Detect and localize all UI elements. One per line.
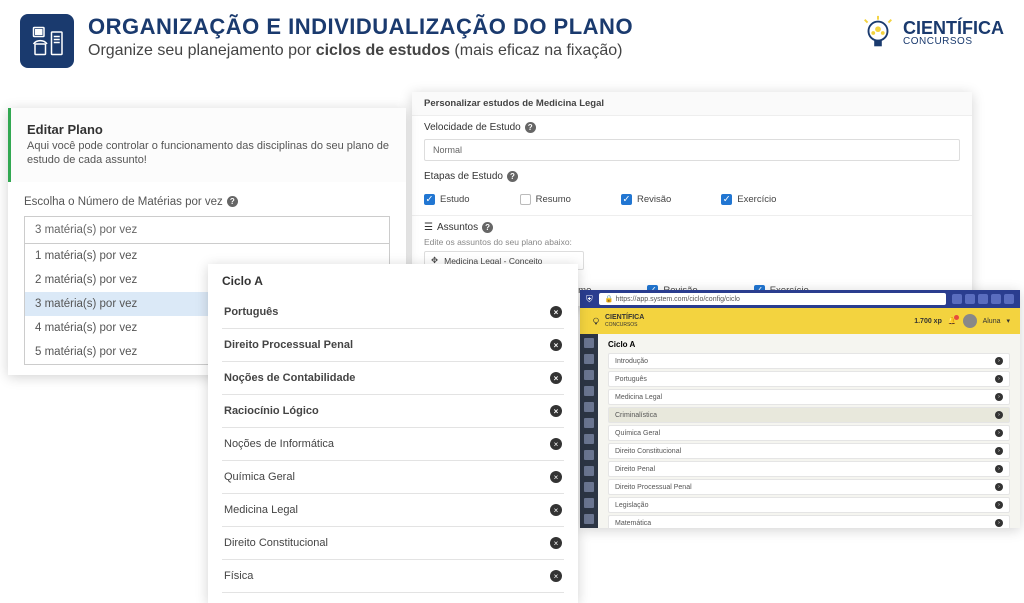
sidebar-item[interactable] <box>584 434 594 444</box>
ciclo-row[interactable]: Física× <box>222 560 564 593</box>
sidebar-item[interactable] <box>584 450 594 460</box>
ext-icon[interactable] <box>991 294 1001 304</box>
avatar[interactable] <box>963 314 977 328</box>
ciclo-title: Ciclo A <box>608 340 1010 349</box>
item-action-icon[interactable]: › <box>995 357 1003 365</box>
plan-icon <box>20 14 74 68</box>
sidebar-item[interactable] <box>584 370 594 380</box>
etapas-row: ✓Estudo Resumo ✓Revisão ✓Exercício <box>412 186 972 216</box>
item-action-icon[interactable]: › <box>995 429 1003 437</box>
sidebar-item[interactable] <box>584 418 594 428</box>
ciclo-row[interactable]: Química Geral× <box>222 461 564 494</box>
panel-browser: ⛨ 🔒 https://app.system.com/ciclo/config/… <box>580 290 1020 528</box>
ciclo-item[interactable]: Direito Processual Penal› <box>608 479 1010 495</box>
ciclo-item[interactable]: Química Geral› <box>608 425 1010 441</box>
sidebar-item[interactable] <box>584 482 594 492</box>
remove-icon[interactable]: × <box>550 306 562 318</box>
ciclo-item[interactable]: Medicina Legal› <box>608 389 1010 405</box>
ciclo-item[interactable]: Direito Penal› <box>608 461 1010 477</box>
sidebar-item[interactable] <box>584 338 594 348</box>
ciclo-row[interactable]: Raciocínio Lógico× <box>222 395 564 428</box>
item-action-icon[interactable]: › <box>995 465 1003 473</box>
ciclo-row[interactable]: Noções de Informática× <box>222 428 564 461</box>
browser-toolbar: ⛨ 🔒 https://app.system.com/ciclo/config/… <box>580 290 1020 308</box>
panel1-title: Editar Plano <box>27 122 390 137</box>
sidebar <box>580 334 598 528</box>
sidebar-item[interactable] <box>584 402 594 412</box>
app-logo[interactable]: CIENTÍFICACONCURSOS <box>590 314 644 328</box>
item-action-icon[interactable]: › <box>995 447 1003 455</box>
ciclo-row[interactable]: Direito Processual Penal× <box>222 329 564 362</box>
remove-icon[interactable]: × <box>550 570 562 582</box>
ciclo-row[interactable]: Direito Constitucional× <box>222 527 564 560</box>
sidebar-item[interactable] <box>584 354 594 364</box>
help-icon[interactable]: ? <box>507 171 518 182</box>
ciclo-row[interactable]: Português× <box>222 296 564 329</box>
item-action-icon[interactable]: › <box>995 375 1003 383</box>
panel1-desc: Aqui você pode controlar o funcionamento… <box>27 139 390 168</box>
ciclo-row[interactable]: Medicina Legal× <box>222 494 564 527</box>
checkbox-revisao[interactable]: ✓Revisão <box>621 194 671 205</box>
item-action-icon[interactable]: › <box>995 483 1003 491</box>
ciclo-item[interactable]: Direito Constitucional› <box>608 443 1010 459</box>
user-xp: 1.700 xp <box>914 318 942 325</box>
sidebar-item[interactable] <box>584 514 594 524</box>
ciclo-list: Introdução› Português› Medicina Legal› Crim… <box>608 353 1010 528</box>
user-name[interactable]: Aluna <box>983 318 1001 325</box>
item-action-icon[interactable]: › <box>995 519 1003 527</box>
ciclo-item[interactable]: Legislação› <box>608 497 1010 513</box>
sidebar-item[interactable] <box>584 466 594 476</box>
ciclo-item[interactable]: Criminalística› <box>608 407 1010 423</box>
item-action-icon[interactable]: › <box>995 501 1003 509</box>
ext-icon[interactable] <box>952 294 962 304</box>
sidebar-item[interactable] <box>584 498 594 508</box>
header-text: ORGANIZAÇÃO E INDIVIDUALIZAÇÃO DO PLANO … <box>88 14 845 60</box>
assuntos-hint: Edite os assuntos do seu plano abaixo: <box>424 237 960 247</box>
remove-icon[interactable]: × <box>550 504 562 516</box>
ciclo-a-title: Ciclo A <box>208 264 578 296</box>
brand-name: CIENTÍFICA <box>903 19 1004 37</box>
remove-icon[interactable]: × <box>550 405 562 417</box>
ext-icon[interactable] <box>965 294 975 304</box>
remove-icon[interactable]: × <box>550 339 562 351</box>
app-topbar: CIENTÍFICACONCURSOS 1.700 xp 🔔 Aluna ▾ <box>580 308 1020 334</box>
url-bar[interactable]: 🔒 https://app.system.com/ciclo/config/ci… <box>599 293 946 305</box>
brand-logo: CIENTÍFICA CONCURSOS <box>859 14 1004 52</box>
ciclo-row[interactable]: Noções de Contabilidade× <box>222 362 564 395</box>
page-subtitle: Organize seu planejamento por ciclos de … <box>88 42 845 60</box>
remove-icon[interactable]: × <box>550 537 562 549</box>
assuntos-label: ☰ Assuntos ? <box>424 222 960 233</box>
velocity-label: Velocidade de Estudo? <box>424 122 960 133</box>
panel3-title: Personalizar estudos de Medicina Legal <box>412 92 972 116</box>
ext-icon[interactable] <box>1004 294 1014 304</box>
help-icon[interactable]: ? <box>227 196 238 207</box>
remove-icon[interactable]: × <box>550 438 562 450</box>
materias-select[interactable]: 3 matéria(s) por vez <box>24 216 390 244</box>
velocity-value[interactable]: Normal <box>424 139 960 161</box>
remove-icon[interactable]: × <box>550 372 562 384</box>
bell-icon[interactable]: 🔔 <box>948 317 957 325</box>
etapas-label: Etapas de Estudo? <box>424 171 960 182</box>
materias-label: Escolha o Número de Matérias por vez? <box>8 182 406 212</box>
page-header: ORGANIZAÇÃO E INDIVIDUALIZAÇÃO DO PLANO … <box>0 0 1024 78</box>
ciclo-item[interactable]: Introdução› <box>608 353 1010 369</box>
checkbox-resumo[interactable]: Resumo <box>520 194 571 205</box>
help-icon[interactable]: ? <box>525 122 536 133</box>
item-action-icon[interactable]: › <box>995 411 1003 419</box>
ciclo-item[interactable]: Matemática› <box>608 515 1010 528</box>
item-action-icon[interactable]: › <box>995 393 1003 401</box>
shield-icon: ⛨ <box>586 294 593 305</box>
checkbox-estudo[interactable]: ✓Estudo <box>424 194 470 205</box>
brand-sub: CONCURSOS <box>903 37 1004 47</box>
ciclo-item[interactable]: Português› <box>608 371 1010 387</box>
bulb-icon <box>859 14 897 52</box>
page-title: ORGANIZAÇÃO E INDIVIDUALIZAÇÃO DO PLANO <box>88 14 845 40</box>
panel-ciclo-a: Ciclo A Português×Direito Processual Pen… <box>208 264 578 603</box>
chevron-down-icon[interactable]: ▾ <box>1006 317 1010 325</box>
ext-icon[interactable] <box>978 294 988 304</box>
checkbox-exercicio[interactable]: ✓Exercício <box>721 194 776 205</box>
remove-icon[interactable]: × <box>550 471 562 483</box>
help-icon[interactable]: ? <box>482 222 493 233</box>
sidebar-item[interactable] <box>584 386 594 396</box>
